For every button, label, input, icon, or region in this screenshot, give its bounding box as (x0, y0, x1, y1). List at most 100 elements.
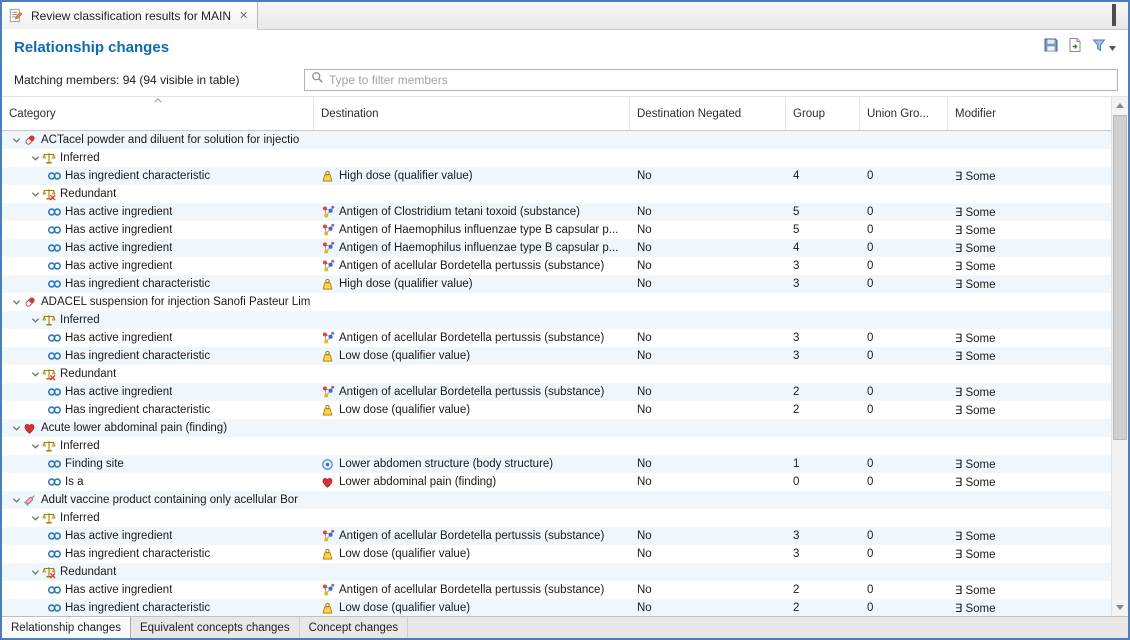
destination-negated-cell (630, 185, 786, 203)
table-row[interactable]: Has ingredient characteristicHigh dose (… (2, 275, 1111, 293)
destination-label: High dose (qualifier value) (339, 278, 473, 290)
union-group-cell: 0 (860, 221, 948, 239)
table-row[interactable]: Redundant (2, 185, 1111, 203)
table-row[interactable]: ADACEL suspension for injection Sanofi P… (2, 293, 1111, 311)
export-button[interactable] (1067, 37, 1083, 58)
expand-chevron-icon[interactable] (28, 514, 42, 523)
union-group-cell: 0 (860, 257, 948, 275)
category-label: ADACEL suspension for injection Sanofi P… (41, 296, 310, 308)
column-header-destination-negated[interactable]: Destination Negated (630, 97, 786, 130)
destination-cell (314, 149, 630, 167)
destination-label: Antigen of Haemophilus influenzae type B… (339, 242, 618, 254)
table-row[interactable]: Is aLower abdominal pain (finding)No00∃ … (2, 473, 1111, 491)
column-header-union-gro[interactable]: Union Gro... (860, 97, 948, 130)
expand-chevron-icon[interactable] (28, 568, 42, 577)
expand-chevron-icon[interactable] (9, 298, 23, 307)
union-group-cell: 0 (860, 455, 948, 473)
scrollbar-thumb[interactable] (1113, 115, 1127, 440)
qualifier-icon (321, 404, 339, 417)
destination-negated-cell: No (630, 239, 786, 257)
table-row[interactable]: Acute lower abdominal pain (finding) (2, 419, 1111, 437)
destination-cell: Antigen of acellular Bordetella pertussi… (314, 581, 630, 599)
drug-icon (23, 295, 41, 309)
maximize-icon (1112, 4, 1116, 26)
table-row[interactable]: Inferred (2, 149, 1111, 167)
group-cell (786, 185, 860, 203)
relationship-icon (47, 207, 65, 217)
table-row[interactable]: ACTacel powder and diluent for solution … (2, 131, 1111, 149)
bottom-tab-concept-changes[interactable]: Concept changes (300, 617, 409, 638)
finding-icon (321, 476, 339, 489)
column-header-category[interactable]: Category (2, 97, 314, 130)
dropdown-arrow-icon (1109, 38, 1116, 56)
category-label: Has active ingredient (65, 530, 172, 542)
bottom-tab-equivalent-concepts-changes[interactable]: Equivalent concepts changes (131, 617, 300, 638)
expand-chevron-icon[interactable] (28, 370, 42, 379)
filter-members-input[interactable] (329, 73, 1111, 87)
group-cell (786, 293, 860, 311)
table-row[interactable]: Has active ingredientAntigen of Haemophi… (2, 239, 1111, 257)
destination-negated-cell: No (630, 401, 786, 419)
category-label: Inferred (60, 512, 100, 524)
table-row[interactable]: Inferred (2, 311, 1111, 329)
redundant-icon (42, 367, 60, 381)
table-row[interactable]: Adult vaccine product containing only ac… (2, 491, 1111, 509)
table-row[interactable]: Has ingredient characteristicHigh dose (… (2, 167, 1111, 185)
expand-chevron-icon[interactable] (28, 442, 42, 451)
expand-chevron-icon[interactable] (9, 424, 23, 433)
relationship-icon (47, 387, 65, 397)
category-label: Has ingredient characteristic (65, 350, 210, 362)
column-header-modifier[interactable]: Modifier (948, 97, 1111, 130)
table-row[interactable]: Redundant (2, 563, 1111, 581)
group-cell: 3 (786, 527, 860, 545)
table-row[interactable]: Inferred (2, 509, 1111, 527)
scroll-down-button[interactable] (1112, 599, 1128, 616)
table-row[interactable]: Has active ingredientAntigen of acellula… (2, 527, 1111, 545)
expand-chevron-icon[interactable] (9, 136, 23, 145)
group-cell: 0 (786, 473, 860, 491)
table-row[interactable]: Finding siteLower abdomen structure (bod… (2, 455, 1111, 473)
union-group-cell: 0 (860, 599, 948, 616)
filter-button[interactable] (1091, 37, 1116, 58)
save-button[interactable] (1043, 37, 1059, 58)
substance-icon (321, 223, 339, 237)
union-group-cell (860, 419, 948, 437)
table-row[interactable]: Redundant (2, 365, 1111, 383)
table-row[interactable]: Has active ingredientAntigen of acellula… (2, 257, 1111, 275)
column-header-destination[interactable]: Destination (314, 97, 630, 130)
table-row[interactable]: Has ingredient characteristicLow dose (q… (2, 401, 1111, 419)
filter-search-box[interactable] (304, 69, 1118, 91)
inferred-icon (42, 439, 60, 453)
scroll-up-button[interactable] (1112, 97, 1128, 114)
maximize-button[interactable] (1112, 7, 1116, 25)
relationship-icon (47, 531, 65, 541)
relationship-icon (47, 477, 65, 487)
table-row[interactable]: Has ingredient characteristicLow dose (q… (2, 599, 1111, 616)
vertical-scrollbar[interactable] (1111, 97, 1128, 616)
group-cell: 2 (786, 383, 860, 401)
union-group-cell: 0 (860, 329, 948, 347)
destination-cell (314, 563, 630, 581)
table-row[interactable]: Has active ingredientAntigen of Clostrid… (2, 203, 1111, 221)
expand-chevron-icon[interactable] (28, 154, 42, 163)
destination-cell: Antigen of Haemophilus influenzae type B… (314, 239, 630, 257)
modifier-cell: ∃ Some (948, 455, 1111, 473)
bottom-tab-relationship-changes[interactable]: Relationship changes (2, 617, 131, 638)
tab-close-icon[interactable]: ✕ (239, 9, 248, 22)
expand-chevron-icon[interactable] (9, 496, 23, 505)
table-row[interactable]: Has active ingredientAntigen of acellula… (2, 581, 1111, 599)
expand-chevron-icon[interactable] (28, 190, 42, 199)
column-header-group[interactable]: Group (786, 97, 860, 130)
table-row[interactable]: Has active ingredientAntigen of acellula… (2, 329, 1111, 347)
editor-tab-classification-results[interactable]: Review classification results for MAIN ✕ (2, 2, 258, 30)
table-row[interactable]: Has active ingredientAntigen of acellula… (2, 383, 1111, 401)
table-row[interactable]: Has active ingredientAntigen of Haemophi… (2, 221, 1111, 239)
modifier-cell: ∃ Some (948, 545, 1111, 563)
union-group-cell: 0 (860, 527, 948, 545)
expand-chevron-icon[interactable] (28, 316, 42, 325)
table-row[interactable]: Has ingredient characteristicLow dose (q… (2, 347, 1111, 365)
category-label: Has ingredient characteristic (65, 548, 210, 560)
table-row[interactable]: Has ingredient characteristicLow dose (q… (2, 545, 1111, 563)
search-icon (311, 71, 324, 89)
table-row[interactable]: Inferred (2, 437, 1111, 455)
